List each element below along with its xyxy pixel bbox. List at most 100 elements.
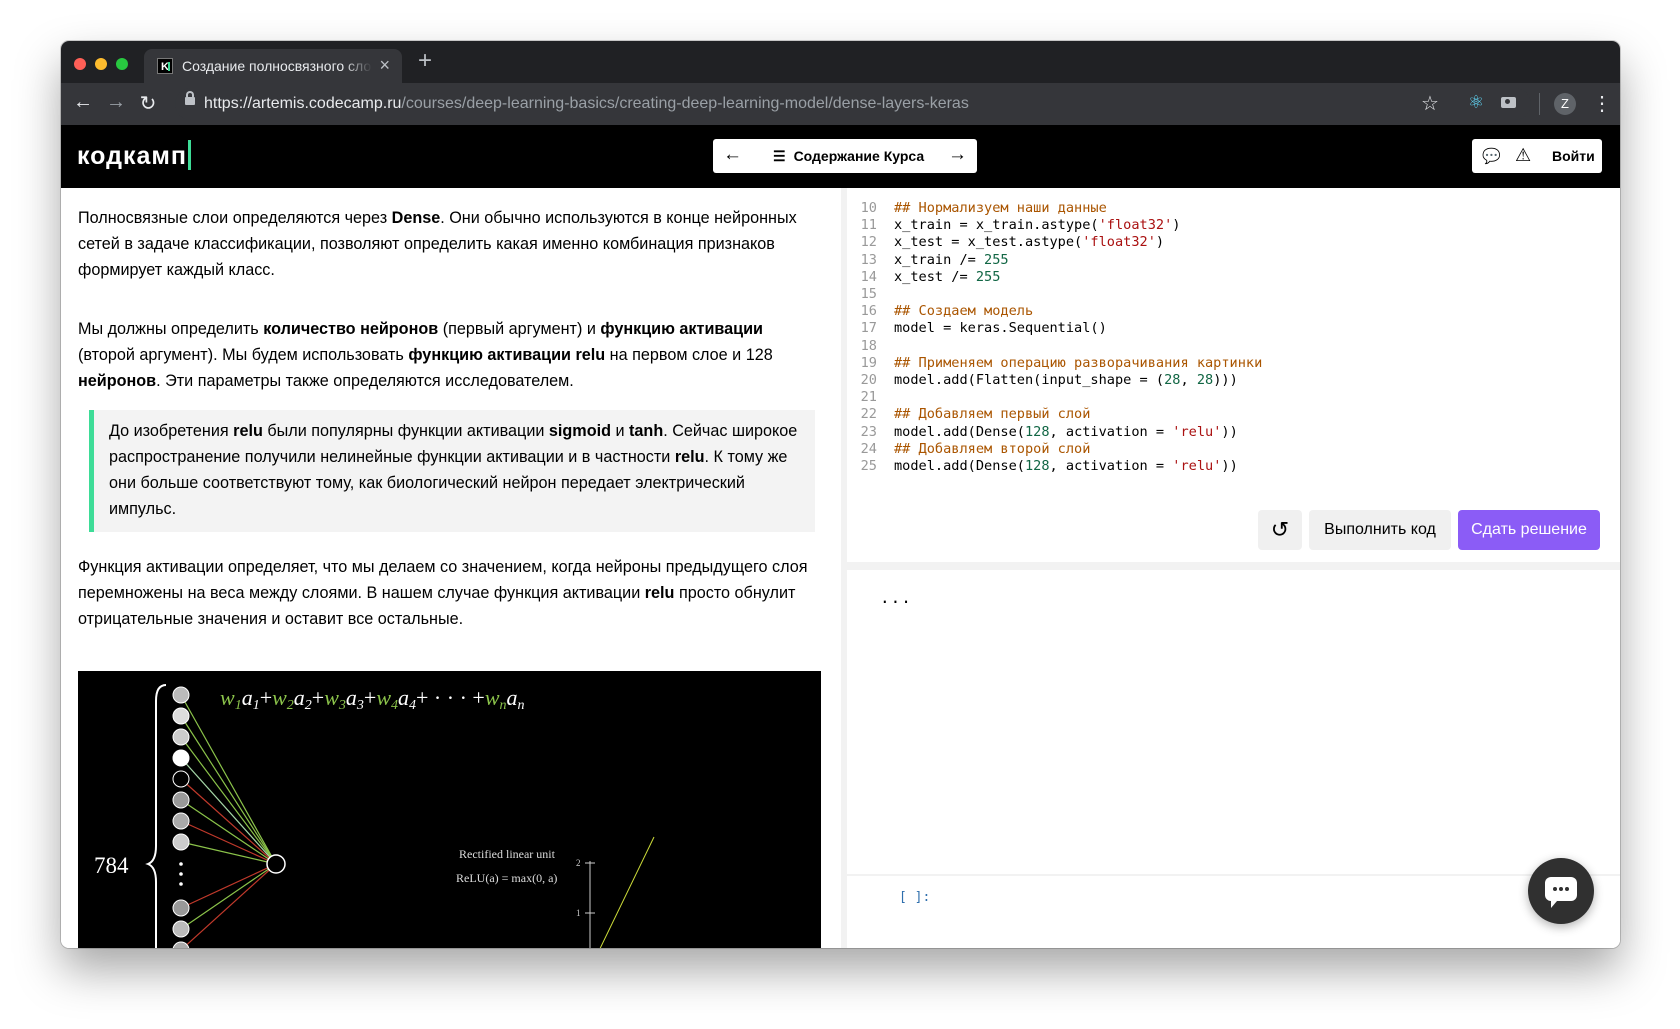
code-text: x_train = x_train.astype('float32') xyxy=(894,217,1181,234)
login-button[interactable]: Войти xyxy=(1552,148,1595,164)
chat-dot xyxy=(1553,887,1557,891)
cell-separator xyxy=(847,874,1620,876)
bold-term: Dense xyxy=(391,209,441,227)
logo-cursor xyxy=(188,140,192,170)
chat-support-button[interactable] xyxy=(1528,858,1594,924)
menu-icon: ☰ xyxy=(773,148,786,164)
lock-icon xyxy=(185,91,195,105)
bold-term: sigmoid xyxy=(548,422,611,440)
site-favicon-icon: K xyxy=(157,58,173,74)
line-number: 25 xyxy=(860,458,877,474)
forward-arrow-icon[interactable]: → xyxy=(104,91,128,114)
input-count-label: 784 xyxy=(94,853,129,878)
header-actions: 💬 ⚠ Войти xyxy=(1472,139,1602,173)
lesson-quote: До изобретения relu были популярны функц… xyxy=(89,410,815,532)
course-contents-button[interactable]: ☰ Содержание Курса xyxy=(773,148,924,165)
submit-solution-button[interactable]: Сдать решение xyxy=(1458,510,1600,550)
warning-icon[interactable]: ⚠ xyxy=(1515,145,1531,166)
line-number: 20 xyxy=(860,372,877,388)
profile-avatar[interactable]: Z xyxy=(1554,93,1576,115)
line-number: 16 xyxy=(860,303,877,320)
code-text: model.add(Dense(128, activation = 'relu'… xyxy=(894,458,1238,474)
tick-label-1: 1 xyxy=(576,908,581,918)
code-text: model.add(Flatten(input_shape = (28, 28)… xyxy=(894,372,1238,388)
minimize-window-button[interactable] xyxy=(95,58,107,70)
browser-tab[interactable]: K Создание полносвязного слоя × xyxy=(144,49,402,83)
line-number: 19 xyxy=(860,354,877,371)
neural-network-illustration: 784 w1a1+w2a2+w3a3+w4a4+ · · · +wnan Rec… xyxy=(78,671,821,948)
browser-window: K Создание полносвязного слоя × + ← → ↻ … xyxy=(61,41,1620,948)
run-code-button[interactable]: Выполнить код xyxy=(1309,510,1451,550)
bold-term: tanh xyxy=(629,422,664,440)
next-lesson-arrow-icon[interactable]: → xyxy=(948,144,967,166)
zoom-window-button[interactable] xyxy=(116,58,128,70)
text-run: (первый аргумент) и xyxy=(438,320,601,338)
line-number: 17 xyxy=(860,320,877,337)
line-number: 10 xyxy=(860,200,877,216)
relu-neuron-figure: 784 w1a1+w2a2+w3a3+w4a4+ · · · +wnan Rec… xyxy=(94,684,655,948)
bookmark-star-icon[interactable]: ☆ xyxy=(1421,91,1439,116)
kebab-menu-icon[interactable]: ⋮ xyxy=(1592,91,1612,116)
lesson-paragraph-2: Мы должны определить количество нейронов… xyxy=(78,316,823,394)
code-text: x_test /= 255 xyxy=(894,268,1001,285)
address-bar[interactable]: https://artemis.codecamp.ru/courses/deep… xyxy=(175,88,1531,120)
text-run: были популярны функции активации xyxy=(262,422,549,440)
code-text: ## Применяем операцию разворачивания кар… xyxy=(894,354,1263,371)
output-separator xyxy=(847,562,1620,570)
line-number: 22 xyxy=(860,406,877,423)
text-run: До изобретения xyxy=(109,422,234,440)
previous-lesson-arrow-icon[interactable]: ← xyxy=(723,144,742,166)
code-text: ## Нормализуем наши данные xyxy=(894,200,1107,216)
text-run: . Эти параметры также определяются иссле… xyxy=(156,372,574,390)
relu-graph-title: Rectified linear unit xyxy=(459,847,556,861)
line-number: 13 xyxy=(860,251,877,268)
lesson-paragraph-1: Полносвязные слои определяются через Den… xyxy=(78,205,823,283)
course-navigation: ← ☰ Содержание Курса → xyxy=(713,139,977,173)
tick-label-2: 2 xyxy=(576,858,581,868)
bold-term: нейронов xyxy=(78,372,157,390)
line-number: 24 xyxy=(860,440,877,457)
output-placeholder: ... xyxy=(880,588,912,607)
code-panel: 10 ## Нормализуем наши данные 11 x_train = … xyxy=(847,188,1620,948)
code-text: ## Добавляем второй слой xyxy=(894,440,1091,457)
bold-term: relu xyxy=(674,448,705,466)
lesson-content: Полносвязные слои определяются через Den… xyxy=(61,188,841,948)
text-run: (второй аргумент). Мы будем использовать xyxy=(78,346,409,364)
close-tab-icon[interactable]: × xyxy=(379,55,390,76)
code-text: ## Создаем модель xyxy=(894,303,1034,320)
code-text: model = keras.Sequential() xyxy=(894,320,1107,337)
text-run: Мы должны определить xyxy=(78,320,264,338)
tab-title: Создание полносвязного слоя xyxy=(182,58,372,74)
line-number: 12 xyxy=(860,234,877,251)
line-number: 21 xyxy=(860,389,877,406)
code-text: model.add(Dense(128, activation = 'relu'… xyxy=(894,423,1238,440)
reset-code-button[interactable]: ↺ xyxy=(1258,510,1302,550)
site-header: кодкамп ← ☰ Содержание Курса → 💬 ⚠ Войти xyxy=(61,125,1620,188)
bold-term: relu xyxy=(644,584,675,602)
react-devtools-icon[interactable]: ⚛ xyxy=(1468,92,1484,112)
svg-text:w1a1+w2a2+w3a3+w4a4+ · · · +wn: w1a1+w2a2+w3a3+w4a4+ · · · +wnan xyxy=(220,685,525,713)
chat-dot xyxy=(1565,887,1569,891)
close-window-button[interactable] xyxy=(74,58,86,70)
line-number: 14 xyxy=(860,268,877,285)
line-number: 15 xyxy=(860,286,877,302)
new-tab-icon[interactable]: + xyxy=(418,47,432,75)
bold-term: функцию активации relu xyxy=(408,346,606,364)
bold-term: relu xyxy=(233,422,263,440)
site-logo[interactable]: кодкамп xyxy=(77,140,192,171)
text-run: Полносвязные слои определяются через xyxy=(78,209,392,227)
code-text: ## Добавляем первый слой xyxy=(894,406,1091,423)
undo-icon: ↺ xyxy=(1270,517,1290,542)
reload-icon[interactable]: ↻ xyxy=(136,91,160,116)
text-run: и xyxy=(610,422,630,440)
chat-icon[interactable]: 💬 xyxy=(1482,147,1501,165)
bold-term: количество нейронов xyxy=(263,320,439,338)
cell-prompt: [ ]: xyxy=(899,890,931,905)
line-number: 23 xyxy=(860,423,877,440)
line-number: 11 xyxy=(860,217,877,234)
line-number: 18 xyxy=(860,337,877,354)
camera-extension-icon[interactable] xyxy=(1501,97,1516,108)
back-arrow-icon[interactable]: ← xyxy=(71,91,95,114)
browser-toolbar: ← → ↻ https://artemis.codecamp.ru/course… xyxy=(61,83,1620,125)
code-text: x_train /= 255 xyxy=(894,251,1009,268)
